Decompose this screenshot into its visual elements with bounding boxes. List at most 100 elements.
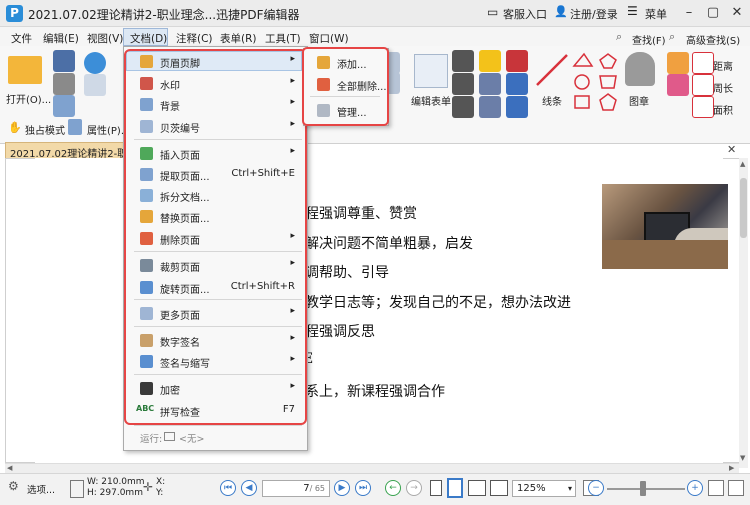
menu-item-bates-numbering[interactable]: 贝茨编号 ▸ [124, 116, 307, 137]
sign-initials-icon [140, 355, 153, 368]
find-button[interactable]: 查找(F) [632, 32, 666, 47]
highlight-text-icon[interactable] [479, 50, 501, 72]
maximize-button[interactable]: ▢ [703, 4, 723, 22]
single-page-icon[interactable] [430, 480, 442, 496]
line-tool-icon[interactable] [534, 52, 570, 88]
support-link[interactable]: 客服入口 [503, 6, 547, 22]
menu-window[interactable]: 窗口(W) [309, 31, 349, 46]
stamp-button[interactable]: 图章 [629, 93, 649, 108]
menu-item-crop-page[interactable]: 裁剪页面 ▸ [124, 255, 307, 276]
zoom-in-button[interactable]: + [687, 480, 703, 496]
menu-item-digital-signature[interactable]: 数字签名 ▸ [124, 330, 307, 351]
shape-tools[interactable] [570, 50, 618, 116]
fit-width-icon[interactable] [708, 480, 724, 496]
pencil-icon[interactable] [667, 52, 689, 74]
line-button[interactable]: 线条 [542, 93, 562, 108]
vertical-scrollbar[interactable]: ▲ ▼ [739, 158, 748, 468]
zoom-select[interactable]: 125% ▾ [512, 480, 576, 497]
tab-close-icon[interactable]: ✕ [727, 143, 736, 156]
first-page-button[interactable]: ⏮ [220, 480, 236, 496]
field-icon-3[interactable] [452, 96, 474, 118]
chat-icon[interactable]: ▭ [487, 5, 498, 19]
menu-item-split-document[interactable]: 拆分文档... [124, 185, 307, 206]
minimize-button[interactable]: – [679, 4, 699, 22]
last-page-button[interactable]: ⏭ [355, 480, 371, 496]
exclusive-mode-button[interactable]: 独占模式 [25, 122, 65, 137]
back-button[interactable]: ← [385, 480, 401, 496]
prev-page-button[interactable]: ◀ [241, 480, 257, 496]
menu-document[interactable]: 文档(D) [130, 31, 167, 46]
field-icon-1[interactable] [452, 50, 474, 72]
zoom-slider-thumb[interactable] [640, 481, 646, 496]
cloud-icon[interactable] [84, 52, 106, 74]
menu-comment[interactable]: 注释(C) [176, 31, 213, 46]
attachment-icon[interactable] [506, 73, 528, 95]
menu-separator [134, 139, 302, 140]
zoom-slider[interactable] [607, 488, 685, 490]
find-icon: ⌕ [616, 30, 623, 43]
advanced-find-button[interactable]: 高级查找(S) [686, 32, 740, 47]
cursor-x: X: [156, 477, 166, 487]
menu-item-watermark[interactable]: 水印 ▸ [124, 73, 307, 94]
menu-item-rotate-page[interactable]: 旋转页面... Ctrl+Shift+R [124, 277, 307, 298]
perimeter-button[interactable]: 周长 [713, 80, 733, 95]
menu-icon[interactable]: ☰ [627, 4, 638, 18]
distance-button[interactable]: 距离 [713, 58, 733, 73]
cursor-y: Y: [156, 488, 164, 498]
field-icon-2[interactable] [452, 73, 474, 95]
menu-item-background[interactable]: 背景 ▸ [124, 94, 307, 115]
fullscreen-icon[interactable] [728, 480, 744, 496]
menu-item-header-footer[interactable]: 页眉页脚 ▸ [124, 51, 307, 72]
digital-signature-icon [140, 334, 153, 347]
open-button[interactable]: 打开(O)... [6, 91, 51, 106]
zoom-out-button[interactable]: − [588, 480, 604, 496]
menu-item-insert-page[interactable]: 插入页面 ▸ [124, 143, 307, 164]
eraser-icon[interactable] [667, 74, 689, 96]
extract-page-icon [140, 168, 153, 181]
text-format-icon[interactable] [479, 73, 501, 95]
menu-view[interactable]: 视图(V) [87, 31, 123, 46]
menu-form[interactable]: 表单(R) [220, 31, 257, 46]
menu-item-more-pages[interactable]: 更多页面 ▸ [124, 303, 307, 324]
scan-icon[interactable] [84, 74, 106, 96]
menu-item-extract-page[interactable]: 提取页面... Ctrl+Shift+E [124, 164, 307, 185]
edit-form-button[interactable]: 编辑表单 [411, 93, 451, 108]
note-icon[interactable] [506, 50, 528, 72]
facing-continuous-icon[interactable] [490, 480, 508, 496]
text-format-icon-2[interactable] [479, 96, 501, 118]
menu-item-replace-page[interactable]: 替换页面... [124, 206, 307, 227]
horizontal-scrollbar[interactable]: ◀ ▶ [5, 463, 739, 473]
doc-line: ，解决问题不简单粗暴，启发 [291, 236, 473, 252]
page-number-input[interactable]: 7/ 65 [262, 480, 330, 497]
page-size-icon [70, 480, 84, 498]
area-button[interactable]: 面积 [713, 102, 733, 117]
menu-item-sign-initials[interactable]: 签名与缩写 ▸ [124, 351, 307, 372]
properties-icon [68, 119, 82, 135]
options-button[interactable]: 选项... [27, 482, 55, 496]
gear-icon: ⚙ [8, 479, 19, 493]
save-icon[interactable] [53, 50, 75, 72]
close-button[interactable]: ✕ [727, 4, 747, 22]
print-icon[interactable] [53, 73, 75, 95]
facing-page-icon[interactable] [468, 480, 486, 496]
page-icon[interactable] [53, 95, 75, 117]
menu-tools[interactable]: 工具(T) [265, 31, 301, 46]
split-document-icon [140, 189, 153, 202]
menu-item-encrypt[interactable]: 加密 ▸ [124, 378, 307, 399]
menu-file[interactable]: 文件 [11, 31, 32, 46]
continuous-page-icon[interactable] [447, 478, 463, 498]
user-icon[interactable]: 👤 [554, 5, 568, 18]
menu-item-delete-page[interactable]: 删除页面 ▸ [124, 228, 307, 249]
menu-separator [134, 425, 302, 426]
menu-separator [134, 251, 302, 252]
delete-page-icon [140, 232, 153, 245]
menu-link[interactable]: 菜单 [645, 6, 667, 22]
menu-item-spell-check[interactable]: ABC 拼写检查 F7 [124, 400, 307, 421]
menu-edit[interactable]: 编辑(E) [43, 31, 79, 46]
sound-icon[interactable] [506, 96, 528, 118]
perimeter-icon [692, 74, 714, 96]
forward-button[interactable]: → [406, 480, 422, 496]
distance-icon [692, 52, 714, 74]
next-page-button[interactable]: ▶ [334, 480, 350, 496]
login-link[interactable]: 注册/登录 [570, 6, 618, 22]
